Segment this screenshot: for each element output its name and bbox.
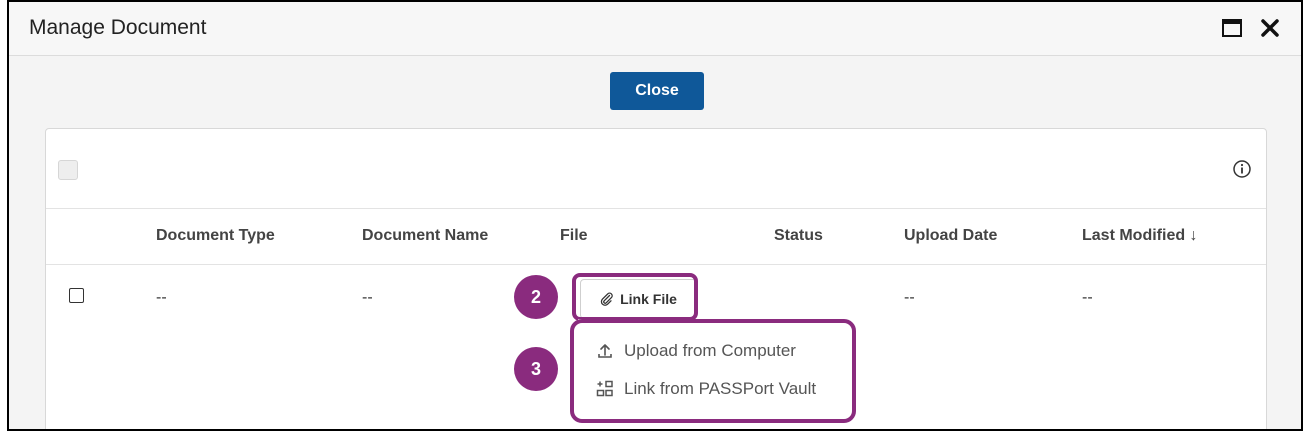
menu-highlight xyxy=(570,319,856,423)
col-last-modified[interactable]: Last Modified ↓ xyxy=(1082,227,1198,245)
col-document-name[interactable]: Document Name xyxy=(362,227,488,245)
maximize-icon[interactable] xyxy=(1221,18,1243,38)
callout-badge-3: 3 xyxy=(514,347,558,391)
row-checkbox[interactable] xyxy=(69,288,84,303)
header-divider xyxy=(46,208,1266,209)
col-status[interactable]: Status xyxy=(774,227,823,245)
cell-document-name: -- xyxy=(362,289,373,306)
document-table-card: Document Type Document Name File Status … xyxy=(45,128,1267,429)
link-file-highlight xyxy=(572,273,698,321)
info-icon[interactable] xyxy=(1232,159,1252,179)
cell-upload-date: -- xyxy=(904,289,915,306)
col-file[interactable]: File xyxy=(560,227,588,245)
cell-last-modified: -- xyxy=(1082,289,1093,306)
dialog-titlebar: Manage Document xyxy=(9,2,1301,56)
col-document-type[interactable]: Document Type xyxy=(156,227,275,245)
row-divider xyxy=(46,264,1266,265)
select-all-checkbox[interactable] xyxy=(58,160,78,180)
close-button[interactable]: Close xyxy=(610,72,704,110)
cell-document-type: -- xyxy=(156,289,167,306)
dialog-title: Manage Document xyxy=(29,16,207,39)
close-icon[interactable] xyxy=(1259,18,1281,38)
callout-badge-2: 2 xyxy=(514,275,558,319)
manage-document-dialog: Manage Document Close Document Type Docu… xyxy=(7,0,1303,431)
col-upload-date[interactable]: Upload Date xyxy=(904,227,997,245)
